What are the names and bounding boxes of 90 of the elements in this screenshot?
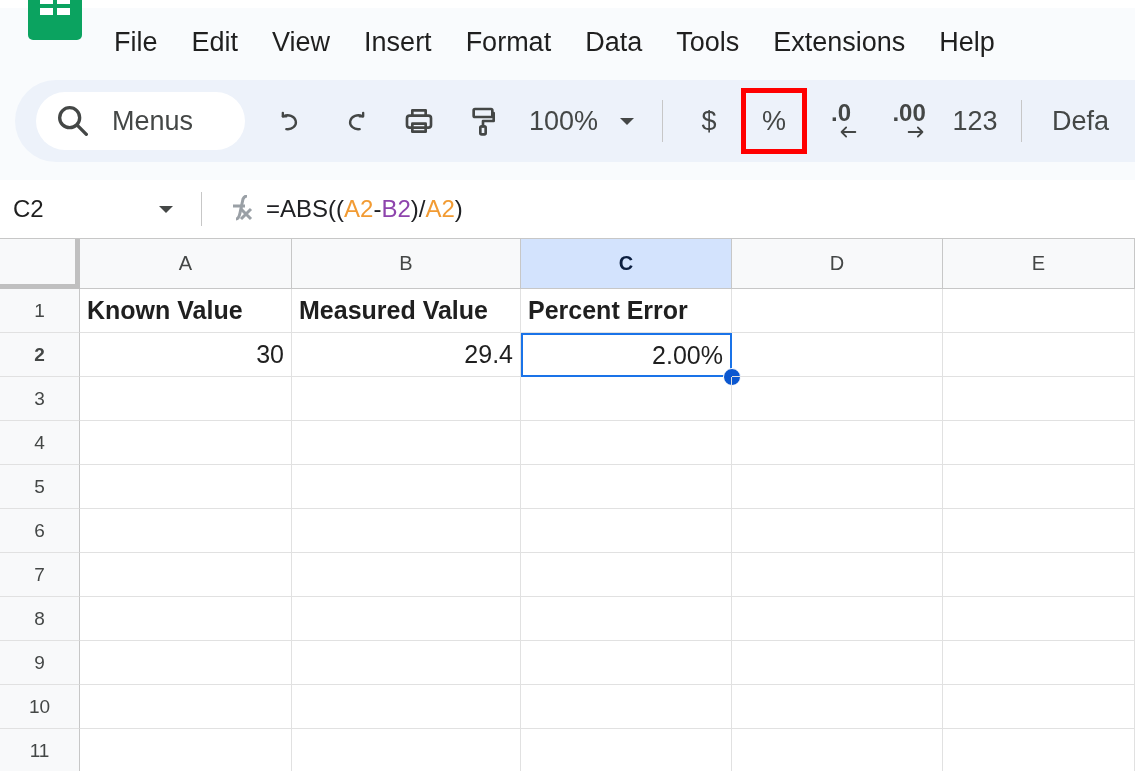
table-cell[interactable] xyxy=(292,465,521,509)
table-cell[interactable] xyxy=(80,685,292,729)
table-cell[interactable] xyxy=(943,421,1135,465)
row-header[interactable]: 2 xyxy=(0,333,80,377)
table-cell[interactable] xyxy=(80,465,292,509)
table-cell[interactable] xyxy=(943,465,1135,509)
table-cell[interactable] xyxy=(732,597,943,641)
table-cell[interactable] xyxy=(292,553,521,597)
table-cell[interactable] xyxy=(732,509,943,553)
column-header[interactable]: C xyxy=(521,239,732,289)
table-cell[interactable]: Known Value xyxy=(80,289,292,333)
menus-search-field[interactable]: Menus xyxy=(36,92,245,150)
format-button[interactable]: 123 xyxy=(943,93,1008,149)
table-cell[interactable] xyxy=(80,377,292,421)
menu-item[interactable]: Data xyxy=(569,27,659,58)
table-cell[interactable] xyxy=(732,641,943,685)
row-header[interactable]: 5 xyxy=(0,465,80,509)
table-cell[interactable] xyxy=(292,421,521,465)
font-dropdown[interactable]: Defa xyxy=(1036,93,1110,149)
table-cell[interactable] xyxy=(80,553,292,597)
table-cell[interactable] xyxy=(943,509,1135,553)
menu-item[interactable]: Help xyxy=(923,27,1011,58)
table-cell[interactable] xyxy=(943,377,1135,421)
menu-item[interactable]: Format xyxy=(449,27,568,58)
table-cell[interactable] xyxy=(292,597,521,641)
table-cell[interactable]: Percent Error xyxy=(521,289,732,333)
table-cell[interactable] xyxy=(80,597,292,641)
row-header[interactable]: 11 xyxy=(0,729,80,771)
table-cell[interactable] xyxy=(521,553,732,597)
table-cell[interactable] xyxy=(521,597,732,641)
fill-handle[interactable] xyxy=(723,368,741,386)
table-cell[interactable] xyxy=(943,641,1135,685)
table-cell[interactable] xyxy=(292,641,521,685)
menu-item[interactable]: Insert xyxy=(348,27,448,58)
menu-item[interactable]: View xyxy=(256,27,347,58)
column-header[interactable]: B xyxy=(292,239,521,289)
table-cell[interactable] xyxy=(732,553,943,597)
column-header[interactable]: D xyxy=(732,239,943,289)
table-cell[interactable] xyxy=(732,685,943,729)
table-cell[interactable] xyxy=(943,553,1135,597)
column-header[interactable]: E xyxy=(943,239,1135,289)
table-cell[interactable] xyxy=(292,685,521,729)
table-cell[interactable] xyxy=(521,465,732,509)
table-cell[interactable] xyxy=(80,641,292,685)
table-cell[interactable] xyxy=(80,421,292,465)
table-cell[interactable] xyxy=(80,509,292,553)
select-all-corner[interactable] xyxy=(0,239,80,289)
table-cell[interactable] xyxy=(943,685,1135,729)
table-cell[interactable]: 2.00% xyxy=(521,333,732,377)
table-cell[interactable]: 30 xyxy=(80,333,292,377)
table-cell[interactable] xyxy=(732,465,943,509)
caret-icon xyxy=(159,205,173,213)
menu-item[interactable]: File xyxy=(98,27,174,58)
row-header[interactable]: 7 xyxy=(0,553,80,597)
decrease-decimal-button[interactable]: .0 xyxy=(807,93,876,149)
table-cell[interactable] xyxy=(521,377,732,421)
row-header[interactable]: 1 xyxy=(0,289,80,333)
formula-text[interactable]: =ABS((A2-B2)/A2) xyxy=(266,195,463,223)
row-header[interactable]: 3 xyxy=(0,377,80,421)
table-cell[interactable] xyxy=(732,377,943,421)
table-cell[interactable] xyxy=(521,685,732,729)
table-cell[interactable] xyxy=(292,377,521,421)
table-cell[interactable] xyxy=(732,333,943,377)
row-header[interactable]: 10 xyxy=(0,685,80,729)
table-cell[interactable] xyxy=(943,289,1135,333)
table-cell[interactable] xyxy=(943,333,1135,377)
row-header[interactable]: 4 xyxy=(0,421,80,465)
row-header[interactable]: 8 xyxy=(0,597,80,641)
zoom-dropdown[interactable]: 100% xyxy=(529,93,649,149)
table-cell[interactable] xyxy=(521,641,732,685)
menu-item[interactable]: Extensions xyxy=(757,27,922,58)
increase-decimal-button[interactable]: .00 xyxy=(875,93,944,149)
menu-item[interactable]: Edit xyxy=(175,27,255,58)
row-header[interactable]: 6 xyxy=(0,509,80,553)
table-cell[interactable] xyxy=(732,421,943,465)
menu-item[interactable]: Tools xyxy=(660,27,756,58)
caret-icon xyxy=(620,117,635,125)
format-button[interactable]: % xyxy=(741,88,808,154)
table-cell[interactable]: Measured Value xyxy=(292,289,521,333)
table-cell[interactable] xyxy=(292,509,521,553)
table-cell[interactable] xyxy=(521,509,732,553)
name-box[interactable]: C2 xyxy=(0,195,173,223)
search-icon xyxy=(58,106,88,136)
table-cell[interactable] xyxy=(943,597,1135,641)
row-header[interactable]: 9 xyxy=(0,641,80,685)
column-header[interactable]: A xyxy=(80,239,292,289)
format-button[interactable]: $ xyxy=(677,93,742,149)
table-cell[interactable] xyxy=(732,289,943,333)
table-cell[interactable] xyxy=(521,421,732,465)
table-cell[interactable]: 29.4 xyxy=(292,333,521,377)
